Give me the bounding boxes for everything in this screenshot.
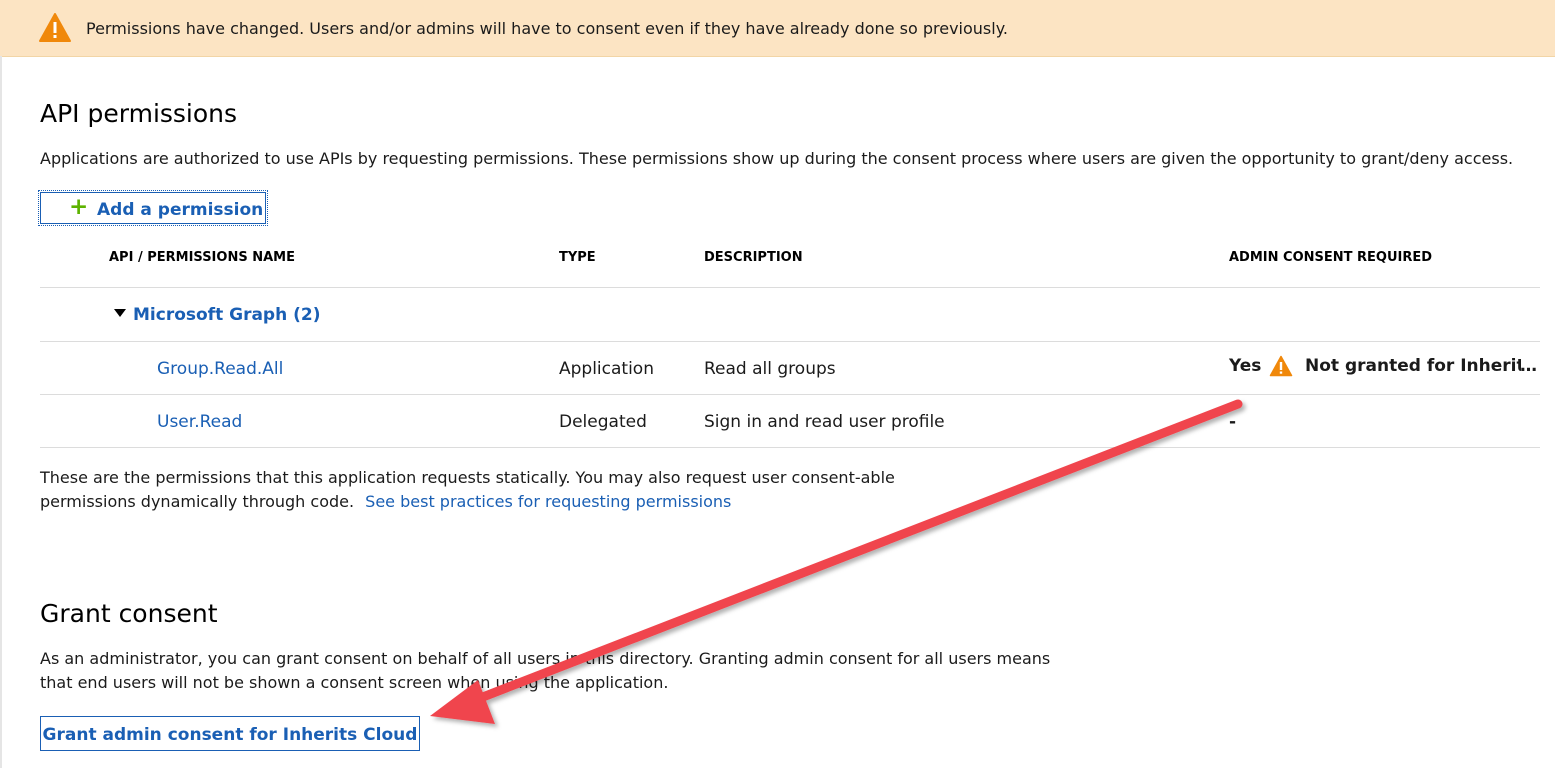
table-divider (40, 287, 1540, 288)
add-permission-label: Add a permission (97, 200, 264, 220)
microsoft-graph-group[interactable]: Microsoft Graph (2) (133, 305, 321, 325)
consent-status: Not granted for Inherits Cloud (1305, 356, 1521, 376)
column-header-permission-name: API / PERMISSIONS NAME (109, 250, 295, 265)
permission-name-link[interactable]: Group.Read.All (157, 359, 283, 379)
grant-consent-heading: Grant consent (40, 599, 218, 628)
plus-icon: + (69, 194, 89, 220)
best-practices-link[interactable]: See best practices for requesting permis… (365, 492, 731, 511)
permission-description: Sign in and read user profile (704, 412, 945, 432)
table-divider (40, 394, 1540, 395)
column-header-description: DESCRIPTION (704, 250, 803, 265)
api-permissions-heading: API permissions (40, 99, 238, 128)
admin-consent-required: Yes (1229, 356, 1262, 376)
permissions-changed-banner: Permissions have changed. Users and/or a… (0, 0, 1555, 57)
column-header-type: TYPE (559, 250, 596, 265)
grant-admin-consent-button[interactable]: Grant admin consent for Inherits Cloud (40, 716, 420, 751)
permission-name-link[interactable]: User.Read (157, 412, 242, 432)
caret-down-icon[interactable] (114, 309, 126, 317)
warning-icon (39, 13, 71, 42)
permission-type: Application (559, 359, 654, 379)
permission-type: Delegated (559, 412, 647, 432)
ellipsis-icon: … (1520, 356, 1537, 376)
static-permissions-note-line2: permissions dynamically through code. Se… (40, 492, 731, 511)
grant-consent-description: As an administrator, you can grant conse… (40, 649, 1051, 668)
static-permissions-note-text: permissions dynamically through code. (40, 492, 355, 511)
table-divider (40, 447, 1540, 448)
add-permission-button[interactable]: + Add a permission (38, 190, 268, 226)
page: Permissions have changed. Users and/or a… (0, 0, 1555, 768)
admin-consent-required: - (1229, 412, 1237, 432)
permission-description: Read all groups (704, 359, 836, 379)
blade-edge (0, 56, 2, 768)
column-header-admin-consent: ADMIN CONSENT REQUIRED (1229, 250, 1433, 265)
grant-consent-description-line2: that end users will not be shown a conse… (40, 673, 669, 692)
api-permissions-description: Applications are authorized to use APIs … (40, 149, 1514, 168)
grant-admin-consent-label: Grant admin consent for Inherits Cloud (42, 725, 418, 745)
banner-message: Permissions have changed. Users and/or a… (86, 19, 1008, 38)
table-divider (40, 341, 1540, 342)
static-permissions-note: These are the permissions that this appl… (40, 468, 895, 487)
warning-icon (1269, 355, 1293, 377)
